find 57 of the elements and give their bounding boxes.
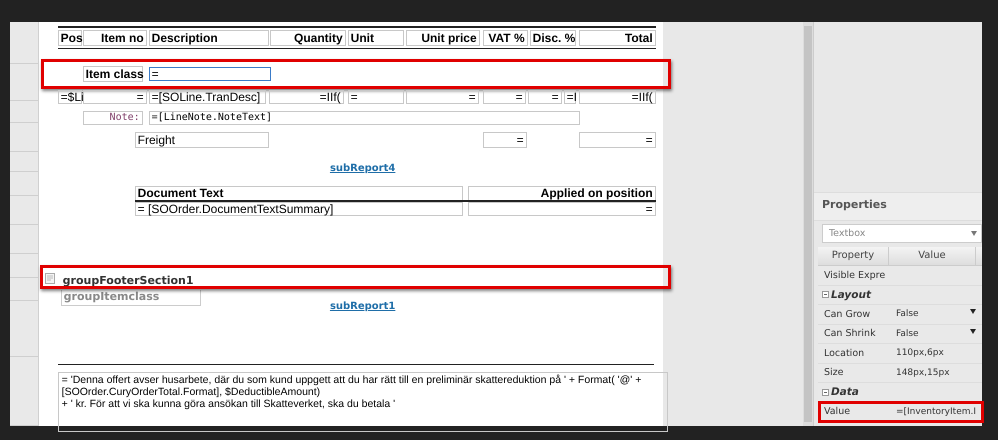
property-name: Size [822,367,844,378]
subreport-link[interactable]: subReport4 [312,163,413,177]
property-name: Value [822,406,852,418]
column-header: VAT % [482,30,528,46]
column-header: Unit price [406,30,480,46]
property-dropdown[interactable]: False [892,328,982,339]
column-header: Description [148,30,269,46]
property-value[interactable]: 110px,6px [892,348,982,358]
column-header: Value [888,247,976,265]
note-field: =[LineNote.NoteText] [148,111,580,125]
field-box: =[SOLine.TranDesc] [148,90,266,104]
field-box: = [528,90,562,104]
column-header: Pos [58,30,82,46]
group-value-field[interactable]: = [148,67,271,81]
field-box: =IIf( [268,90,344,104]
section-subtitle: groupItemclass [60,290,201,306]
caret-icon [970,328,976,334]
report-section-icon [44,273,55,284]
property-group[interactable]: Layout [818,288,962,301]
field-box: = [468,202,656,216]
property-value[interactable]: 148px,15px [892,368,982,378]
property-name: Visible Expre [822,270,886,281]
field-box: =I [564,90,576,104]
property-name: Can Shrink [822,328,877,340]
property-name: Can Grow [822,308,872,320]
field-box: Freight [134,132,269,148]
column-header: Quantity [270,30,346,46]
column-header: Unit [348,30,404,46]
collapse-icon [822,291,829,298]
section-title: groupFooterSection1 [62,273,195,289]
column-header: Disc. % [530,30,576,46]
field-box: = [SOOrder.DocumentTextSummary] [134,202,463,216]
scrollbar-thumb[interactable] [804,26,812,422]
column-header: Total [578,30,656,46]
property-group[interactable]: Data [818,386,962,398]
property-name: Location [822,348,866,359]
field-box: =IIf( [578,90,656,104]
field-box: =$Li [58,90,82,104]
subreport-link[interactable]: subReport1 [312,301,413,315]
field-box: = [348,90,404,104]
object-select[interactable]: Textbox [822,224,982,243]
field-box: = [482,132,527,148]
column-header: Property [818,247,889,265]
group-label: Item class [82,66,143,82]
field-box: = [82,90,147,104]
collapse-icon [822,388,829,396]
column-header: Item no [82,30,147,46]
field-box: = [482,90,526,104]
expression-text: = 'Denna offert avser husarbete, där du som kund uppgett att du har rätt till en preliminär skattereduktion på ' + Format( '@' + [SOOrder.CuryOrderTotal.Format], $DeductibleAmount) + ' kr. För att vi ska kunna göra ansökan till Skatteverket, ska du betala ' [58,372,668,432]
field-box: = [578,132,656,148]
field-box: = [406,90,479,104]
property-value[interactable]: =[InventoryItem.I [892,406,982,417]
caret-icon [970,309,976,314]
note-label: Note: [82,111,143,125]
property-dropdown[interactable]: False [892,309,982,320]
caret-icon [971,231,978,236]
panel-title: Properties [814,192,982,221]
